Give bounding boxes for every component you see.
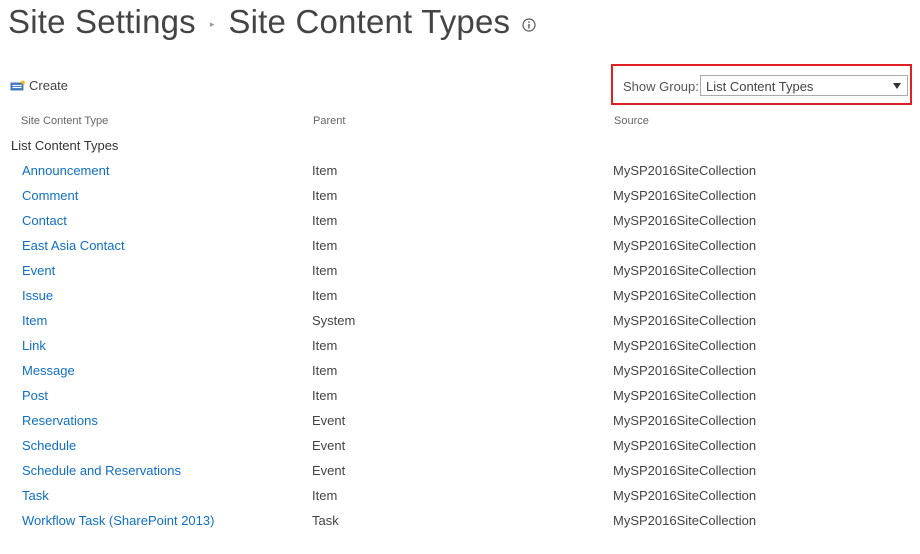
content-type-link[interactable]: East Asia Contact [22, 238, 125, 253]
content-type-link[interactable]: Item [22, 313, 47, 328]
page-title: Site Content Types [228, 3, 511, 40]
column-header-site-content-type: Site Content Type [21, 115, 109, 127]
source-cell: MySP2016SiteCollection [613, 213, 757, 228]
content-type-link[interactable]: Message [22, 363, 75, 378]
breadcrumb-separator: ▸ [209, 18, 215, 29]
parent-cell: Event [312, 413, 346, 428]
content-type-link[interactable]: Task [22, 488, 49, 503]
source-cell: MySP2016SiteCollection [613, 363, 757, 378]
parent-cell: Event [312, 438, 346, 453]
parent-cell: Item [312, 488, 338, 503]
table-row: Item System MySP2016SiteCollection [0, 308, 920, 333]
parent-cell: Item [312, 388, 338, 403]
source-cell: MySP2016SiteCollection [613, 313, 757, 328]
source-cell: MySP2016SiteCollection [613, 263, 757, 278]
parent-cell: Item [312, 338, 338, 353]
table-row: Event Item MySP2016SiteCollection [0, 258, 920, 283]
dropdown-arrow-icon [892, 79, 902, 91]
source-cell: MySP2016SiteCollection [613, 513, 757, 528]
create-label: Create [29, 78, 69, 93]
source-cell: MySP2016SiteCollection [613, 388, 757, 403]
parent-cell: Item [312, 238, 338, 253]
content-type-link[interactable]: Event [22, 263, 55, 278]
content-type-link[interactable]: Post [22, 388, 48, 403]
parent-cell: System [312, 313, 356, 328]
parent-cell: Item [312, 213, 338, 228]
show-group-select[interactable]: List Content Types [700, 75, 908, 96]
parent-cell: Item [312, 163, 338, 178]
table-row: Workflow Task (SharePoint 2013) Task MySP2… [0, 508, 920, 533]
source-cell: MySP2016SiteCollection [613, 188, 757, 203]
parent-cell: Item [312, 288, 338, 303]
source-cell: MySP2016SiteCollection [613, 163, 757, 178]
table-row: Comment Item MySP2016SiteCollection [0, 183, 920, 208]
group-heading: List Content Types [11, 138, 119, 153]
show-group-highlight: Show Group: List Content Types [611, 64, 912, 105]
content-type-link[interactable]: Reservations [22, 413, 98, 428]
table-row: Schedule and Reservations Event MySP2016Si… [0, 458, 920, 483]
parent-cell: Item [312, 363, 338, 378]
page-header: Site Settings ▸ Site Content Types [8, 0, 536, 44]
column-header-parent: Parent [313, 115, 346, 127]
content-type-link[interactable]: Contact [22, 213, 67, 228]
content-type-link[interactable]: Workflow Task (SharePoint 2013) [22, 513, 214, 528]
column-header-source: Source [614, 115, 649, 127]
content-type-link[interactable]: Link [22, 338, 46, 353]
table-row: Issue Item MySP2016SiteCollection [0, 283, 920, 308]
breadcrumb-site-settings[interactable]: Site Settings [8, 3, 196, 41]
table-row: Task Item MySP2016SiteCollection [0, 483, 920, 508]
table-row: Post Item MySP2016SiteCollection [0, 383, 920, 408]
table-row: Announcement Item MySP2016SiteCollection [0, 158, 920, 183]
content-type-link[interactable]: Schedule and Reservations [22, 463, 181, 478]
show-group-selected-value: List Content Types [706, 79, 814, 94]
source-cell: MySP2016SiteCollection [613, 288, 757, 303]
info-icon[interactable] [522, 18, 536, 32]
table-row: Contact Item MySP2016SiteCollection [0, 208, 920, 233]
table-row: Link Item MySP2016SiteCollection [0, 333, 920, 358]
table-row: Schedule Event MySP2016SiteCollection [0, 433, 920, 458]
parent-cell: Task [312, 513, 339, 528]
table-row: Message Item MySP2016SiteCollection [0, 358, 920, 383]
parent-cell: Item [312, 263, 338, 278]
parent-cell: Item [312, 188, 338, 203]
table-row: Reservations Event MySP2016SiteCollection [0, 408, 920, 433]
content-type-link[interactable]: Issue [22, 288, 53, 303]
new-content-type-icon [10, 79, 27, 93]
source-cell: MySP2016SiteCollection [613, 463, 757, 478]
content-type-link[interactable]: Announcement [22, 163, 109, 178]
source-cell: MySP2016SiteCollection [613, 413, 757, 428]
source-cell: MySP2016SiteCollection [613, 238, 757, 253]
source-cell: MySP2016SiteCollection [613, 438, 757, 453]
table-row: East Asia Contact Item MySP2016SiteCollect… [0, 233, 920, 258]
content-type-link[interactable]: Comment [22, 188, 78, 203]
content-type-link[interactable]: Schedule [22, 438, 76, 453]
create-button[interactable]: Create [10, 78, 68, 93]
parent-cell: Event [312, 463, 346, 478]
source-cell: MySP2016SiteCollection [613, 488, 757, 503]
show-group-label: Show Group: [623, 79, 699, 94]
content-type-list: Announcement Item MySP2016SiteCollection Co… [0, 158, 920, 533]
source-cell: MySP2016SiteCollection [613, 338, 757, 353]
